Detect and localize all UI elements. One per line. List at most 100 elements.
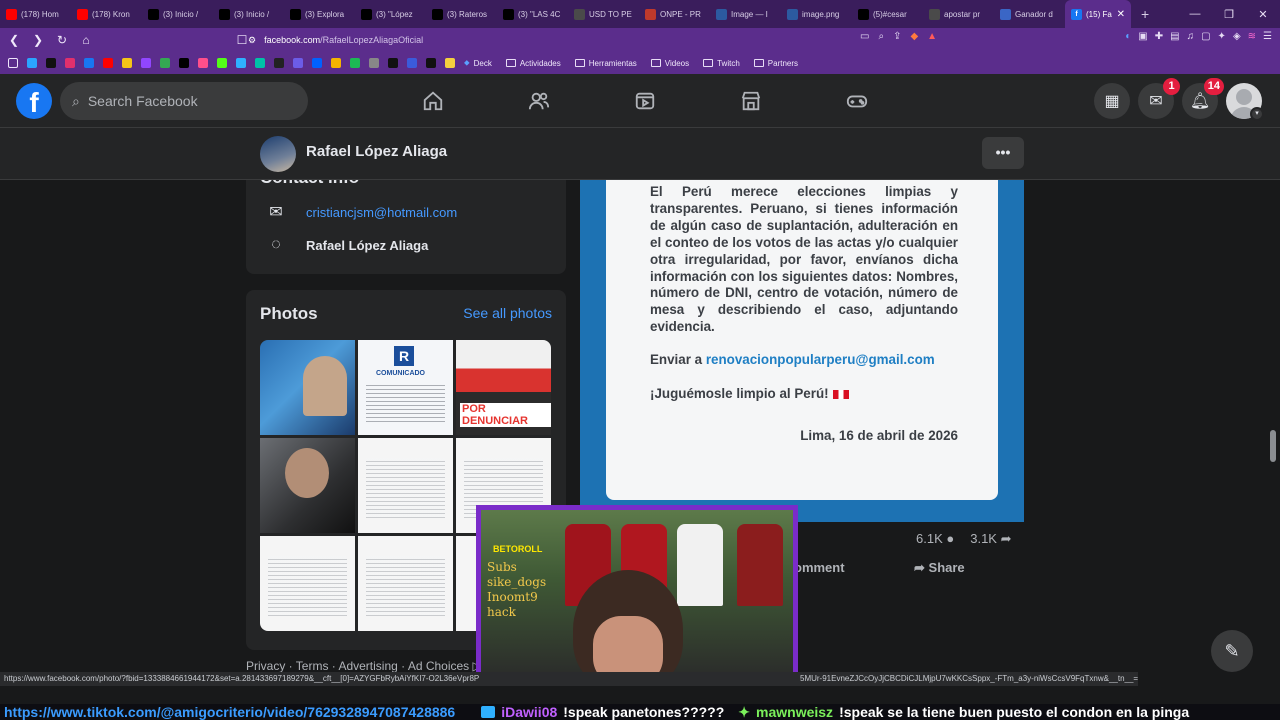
browser-tab[interactable]: (5)#cesar <box>852 0 923 28</box>
nav-friends[interactable] <box>486 74 592 128</box>
facebook-logo-icon[interactable]: f <box>16 83 52 119</box>
browser-tab[interactable]: (178) Hom <box>0 0 71 28</box>
browser-tab[interactable]: (3) Explora <box>284 0 355 28</box>
x-icon[interactable] <box>179 58 189 68</box>
bookmark-deck[interactable]: ⬥ Deck <box>464 58 492 68</box>
home-icon[interactable]: ⌂ <box>76 33 96 47</box>
browser-tab[interactable]: apostar pr <box>923 0 994 28</box>
bookmark-favicon[interactable] <box>236 58 246 68</box>
bookmark-favicon[interactable] <box>198 58 208 68</box>
bookmark-favicon[interactable] <box>388 58 398 68</box>
menu-grid-button[interactable]: ▦ <box>1094 83 1130 119</box>
nav-gaming[interactable] <box>804 74 910 128</box>
sidebar-icon[interactable]: ▤ <box>1170 31 1179 42</box>
extension-icon[interactable]: ▣ <box>1138 31 1147 42</box>
puzzle-icon[interactable]: ✚ <box>1155 31 1163 42</box>
profile-avatar[interactable] <box>260 136 296 172</box>
close-window-button[interactable]: ✕ <box>1246 8 1280 21</box>
leo-icon[interactable]: ✦ <box>1218 31 1226 42</box>
music-icon[interactable]: ♫ <box>1187 31 1195 42</box>
bookmark-folder-herramientas[interactable]: Herramientas <box>574 59 637 68</box>
twitch-icon[interactable] <box>141 58 151 68</box>
photo-thumbnail[interactable] <box>358 438 453 533</box>
bookmark-favicon[interactable] <box>27 58 37 68</box>
wallet-icon[interactable]: ▢ <box>1201 31 1210 42</box>
bookmark-favicon[interactable] <box>331 58 341 68</box>
bookmark-favicon[interactable] <box>274 58 284 68</box>
search-input[interactable] <box>87 93 288 109</box>
nav-video[interactable] <box>592 74 698 128</box>
bookmark-favicon[interactable] <box>369 58 379 68</box>
youtube-icon[interactable] <box>103 58 113 68</box>
reload-icon[interactable]: ↻ <box>52 33 72 47</box>
scrollbar-thumb[interactable] <box>1270 430 1276 462</box>
share-button[interactable]: ➦ Share <box>914 560 965 576</box>
rewards-icon[interactable]: ▲ <box>927 31 937 42</box>
browser-tab[interactable]: (178) Kron <box>71 0 142 28</box>
screen-icon[interactable]: ▭ <box>860 31 869 42</box>
browser-tab[interactable]: USD TO PE <box>568 0 639 28</box>
share-icon[interactable]: ⇪ <box>893 31 901 42</box>
bookmark-favicon[interactable] <box>350 58 360 68</box>
browser-tab[interactable]: image.png <box>781 0 852 28</box>
kick-icon[interactable] <box>217 58 227 68</box>
comment-button[interactable]: omment <box>794 560 845 575</box>
bookmark-favicon[interactable] <box>407 58 417 68</box>
browser-tab[interactable]: (3) Rateros <box>426 0 497 28</box>
browser-tab[interactable]: Ganador d <box>994 0 1065 28</box>
account-button[interactable]: ▾ <box>1226 83 1264 121</box>
nav-marketplace[interactable] <box>698 74 804 128</box>
vpn-icon[interactable]: ◈ <box>1233 31 1241 42</box>
photo-thumbnail[interactable]: R COMUNICADO <box>358 340 453 435</box>
forward-icon[interactable]: ❯ <box>28 33 48 47</box>
bookmark-folder-twitch[interactable]: Twitch <box>703 59 740 68</box>
photo-thumbnail[interactable] <box>260 340 355 435</box>
profile-name[interactable]: Rafael López Aliaga <box>306 143 447 160</box>
pinned-icon[interactable]: ≋ <box>1248 31 1256 42</box>
search-box[interactable]: ⌕ <box>60 82 308 120</box>
bookmark-favicon[interactable] <box>426 58 436 68</box>
close-tab-icon[interactable]: ✕ <box>1117 9 1125 20</box>
tiktok-icon[interactable] <box>46 58 56 68</box>
footer-links[interactable]: Privacy · Terms · Advertising · Ad Choic… <box>246 659 482 673</box>
scrollbar[interactable] <box>1269 128 1277 688</box>
bookmark-folder-actividades[interactable]: Actividades <box>505 59 561 68</box>
more-options-button[interactable]: ••• <box>982 137 1024 169</box>
browser-tab[interactable]: (3) Inicio / <box>213 0 284 28</box>
browser-tab[interactable]: ONPE - PR <box>639 0 710 28</box>
bookmark-favicon[interactable] <box>122 58 132 68</box>
browser-tab[interactable]: Image — I <box>710 0 781 28</box>
contact-messenger-name[interactable]: Rafael López Aliaga <box>306 238 428 253</box>
instagram-icon[interactable] <box>65 58 75 68</box>
new-message-button[interactable]: ✎ <box>1211 630 1253 672</box>
bookmark-favicon[interactable] <box>445 58 455 68</box>
nav-home[interactable] <box>380 74 486 128</box>
brave-shield-icon[interactable]: ◆ <box>910 31 918 42</box>
minimize-button[interactable]: — <box>1178 8 1212 20</box>
contact-email-link[interactable]: cristiancjsm@hotmail.com <box>306 205 457 220</box>
shares-count[interactable]: 3.1K ➦ <box>970 531 1011 547</box>
notifications-button[interactable]: 🔔︎ 14 <box>1182 78 1224 119</box>
browser-tab-active[interactable]: f (15) Fa ✕ <box>1065 0 1131 28</box>
new-tab-button[interactable]: + <box>1141 6 1149 22</box>
bookmark-favicon[interactable] <box>255 58 265 68</box>
extension-icon[interactable]: ◐ <box>1125 31 1131 42</box>
photo-thumbnail[interactable] <box>260 438 355 533</box>
photo-thumbnail[interactable]: POR DENUNCIAR <box>456 340 551 435</box>
post-image[interactable]: El Perú merece elecciones limpias y tran… <box>580 180 1024 522</box>
apps-icon[interactable] <box>8 58 18 68</box>
bookmark-favicon[interactable] <box>312 58 322 68</box>
zoom-icon[interactable]: ⌕ <box>878 31 884 42</box>
comments-count[interactable]: 6.1K ● <box>916 531 954 547</box>
browser-tab[interactable]: (3) Inicio / <box>142 0 213 28</box>
bookmark-favicon[interactable] <box>160 58 170 68</box>
photo-thumbnail[interactable] <box>358 536 453 631</box>
facebook-icon[interactable] <box>84 58 94 68</box>
see-all-photos-link[interactable]: See all photos <box>463 305 552 321</box>
photo-thumbnail[interactable] <box>260 536 355 631</box>
back-icon[interactable]: ❮ <box>4 33 24 47</box>
bookmark-folder-partners[interactable]: Partners <box>753 59 798 68</box>
maximize-button[interactable]: ❐ <box>1212 8 1246 21</box>
browser-tab[interactable]: (3) "López <box>355 0 426 28</box>
bookmark-folder-videos[interactable]: Videos <box>650 59 689 68</box>
